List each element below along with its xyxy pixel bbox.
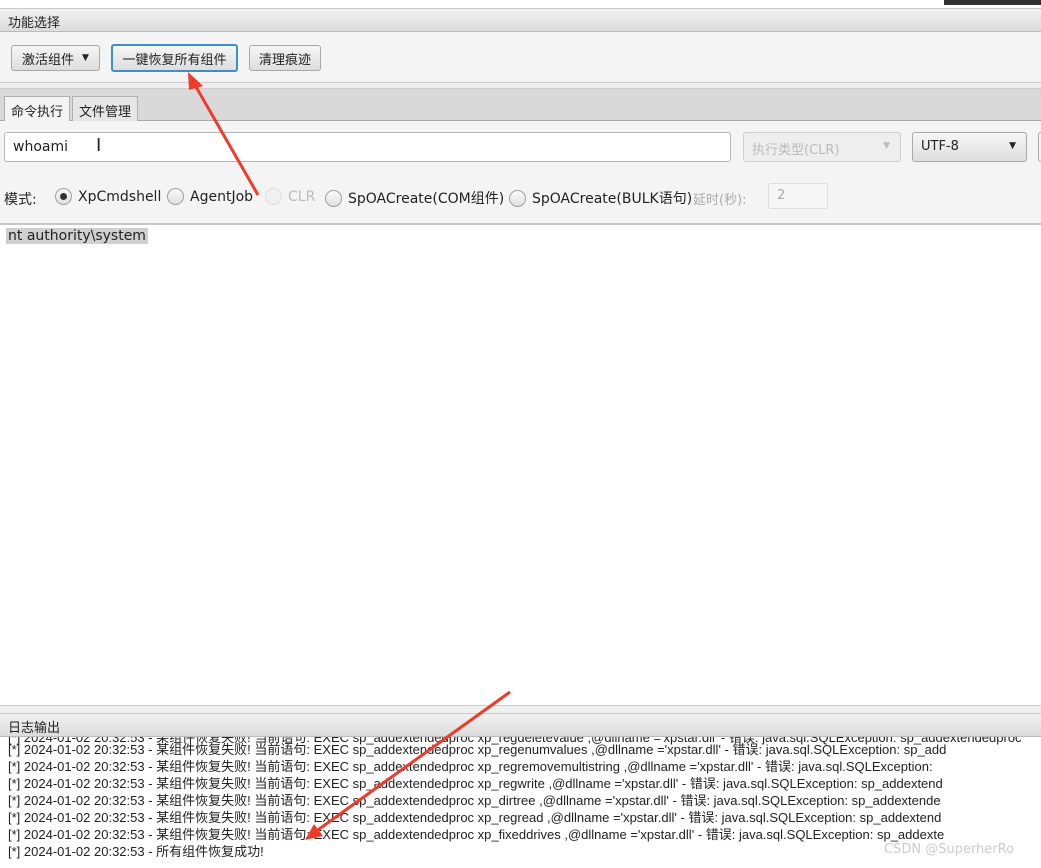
restore-all-label: 一键恢复所有组件 <box>122 52 227 68</box>
radio-clr: CLR <box>265 188 315 205</box>
command-value: whoami <box>13 139 68 155</box>
radio-label: XpCmdshell <box>78 188 162 205</box>
chevron-down-icon: ▼ <box>1009 141 1016 151</box>
tab-command-exec[interactable]: 命令执行 <box>4 96 71 121</box>
radio-label: CLR <box>288 188 316 205</box>
section-header: 功能选择 <box>0 8 1041 32</box>
log-line: [*] 2024-01-02 20:32:53 - 所有组件恢复成功! <box>8 844 264 859</box>
radio-agentjob[interactable]: AgentJob <box>167 188 253 205</box>
splitter[interactable] <box>0 705 1041 713</box>
exec-type-label: 执行类型(CLR) <box>752 143 840 158</box>
chevron-down-icon: ▼ <box>883 141 890 151</box>
section-title: 功能选择 <box>8 16 61 31</box>
tab-bar <box>0 89 1041 121</box>
radio-checked-icon <box>55 188 72 205</box>
activate-label: 激活组件 <box>22 52 75 68</box>
radio-spoacreate-com[interactable]: SpOACreate(COM组件) <box>325 188 504 208</box>
command-input[interactable]: whoami <box>4 132 731 162</box>
log-title: 日志输出 <box>8 721 61 736</box>
radio-icon <box>265 188 282 205</box>
log-header: 日志输出 <box>0 713 1041 737</box>
encoding-select[interactable]: UTF-8 ▼ <box>912 132 1027 162</box>
encoding-label: UTF-8 <box>921 139 959 154</box>
delay-input: 2 <box>768 183 828 209</box>
radio-icon <box>509 189 526 207</box>
radio-xpcmdshell[interactable]: XpCmdshell <box>55 188 161 205</box>
clear-traces-button[interactable]: 清理痕迹 <box>249 45 321 71</box>
exec-type-select: 执行类型(CLR) ▼ <box>743 132 901 162</box>
radio-label: SpOACreate(COM组件) <box>348 191 505 207</box>
radio-label: AgentJob <box>190 188 254 205</box>
radio-spoacreate-bulk[interactable]: SpOACreate(BULK语句) <box>509 188 692 208</box>
text-cursor-icon: I <box>96 135 102 156</box>
activate-component-dropdown[interactable]: 激活组件 ▼ <box>11 45 100 71</box>
watermark: CSDN @SuperherRo <box>884 842 1015 857</box>
output-area[interactable] <box>0 223 1041 705</box>
chevron-down-icon: ▼ <box>82 53 89 63</box>
output-text: nt authority\system <box>6 228 148 244</box>
restore-all-button[interactable]: 一键恢复所有组件 <box>111 44 238 72</box>
divider <box>0 82 1041 89</box>
delay-value: 2 <box>777 188 786 203</box>
tab-file-manage[interactable]: 文件管理 <box>72 96 139 121</box>
clear-traces-label: 清理痕迹 <box>258 52 311 68</box>
tab-label: 文件管理 <box>79 105 132 120</box>
delay-label: 延时(秒): <box>693 193 747 208</box>
tab-label: 命令执行 <box>11 105 64 120</box>
mode-label: 模式: <box>4 192 37 208</box>
radio-icon <box>167 188 184 205</box>
window-edge <box>944 0 1041 5</box>
radio-icon <box>325 189 342 207</box>
radio-label: SpOACreate(BULK语句) <box>532 191 693 207</box>
top-strip <box>0 0 1041 8</box>
